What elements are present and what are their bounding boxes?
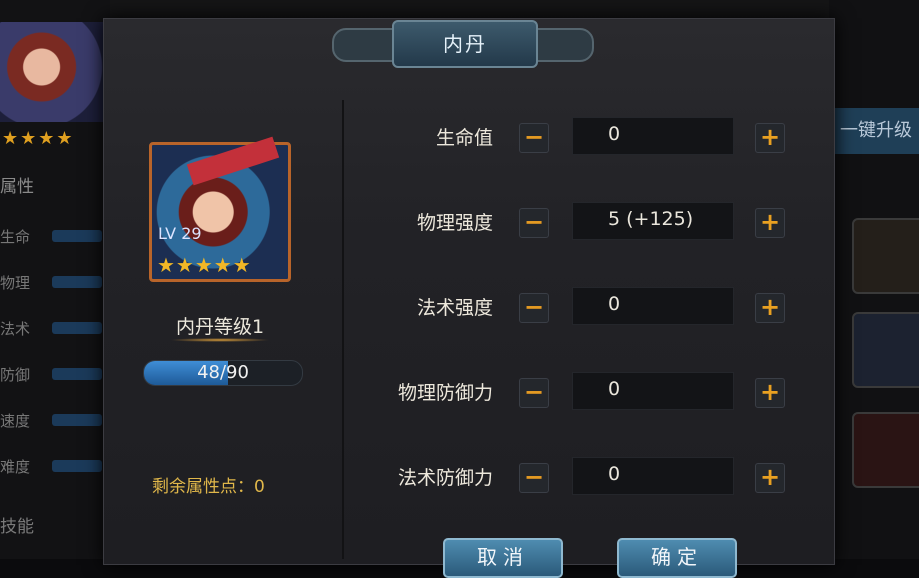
background-hero-stars: ★★★★ [2, 128, 75, 149]
increase-physical-defense-button[interactable]: + [755, 378, 785, 408]
decrease-hp-button[interactable]: − [519, 123, 549, 153]
background-stat-bar [52, 460, 102, 472]
attribute-label: 生命值 [435, 127, 493, 149]
background-stat-label: 防御 [0, 366, 31, 384]
attribute-label: 物理防御力 [397, 382, 493, 404]
background-stat-label: 生命 [0, 228, 31, 246]
background-equipment-slot [852, 412, 919, 488]
attribute-value-box: 0 [572, 287, 734, 325]
hero-star-rating: ★★★★★ [157, 253, 252, 277]
attribute-value-box: 5 (+125) [572, 202, 734, 240]
increase-magic-power-button[interactable]: + [755, 293, 785, 323]
attribute-value: 0 [608, 463, 621, 485]
background-left-panel: ★★★★ 属性 生命 物理 法术 防御 速度 难度 技能 [0, 0, 110, 559]
attribute-value: 0 [608, 123, 621, 145]
background-equipment-slot [852, 312, 919, 388]
hero-level-text: LV 29 [158, 224, 202, 243]
background-stat-bar [52, 230, 102, 242]
background-stat-label: 法术 [0, 320, 31, 338]
attribute-value-box: 0 [572, 117, 734, 155]
background-skills-header: 技能 [0, 517, 34, 537]
attribute-row-physical-defense: 物理防御力 − 0 + [343, 372, 823, 412]
background-stat-bar [52, 276, 102, 288]
cancel-button[interactable]: 取消 [443, 538, 563, 578]
background-stat-label: 难度 [0, 458, 31, 476]
background-stat-bar [52, 414, 102, 426]
background-equipment-slot [852, 218, 919, 294]
attribute-row-magic-power: 法术强度 − 0 + [343, 287, 823, 327]
background-hero-portrait [0, 22, 104, 122]
attribute-value-box: 0 [572, 457, 734, 495]
attribute-label: 法术防御力 [397, 467, 493, 489]
background-stat-label: 物理 [0, 274, 31, 292]
background-attributes-header: 属性 [0, 177, 34, 197]
attribute-label: 物理强度 [416, 212, 493, 234]
background-onekey-button: 一键升级 [832, 108, 919, 154]
confirm-button[interactable]: 确定 [617, 538, 737, 578]
increase-hp-button[interactable]: + [755, 123, 785, 153]
remaining-points-label: 剩余属性点：0 [152, 477, 265, 497]
experience-text: 48/90 [197, 362, 249, 383]
decrease-physical-defense-button[interactable]: − [519, 378, 549, 408]
decrease-physical-power-button[interactable]: − [519, 208, 549, 238]
increase-magic-defense-button[interactable]: + [755, 463, 785, 493]
level-label-glow [170, 338, 270, 342]
attribute-value: 0 [608, 378, 621, 400]
attribute-value: 5 (+125) [608, 208, 694, 230]
decrease-magic-defense-button[interactable]: − [519, 463, 549, 493]
attribute-row-physical-power: 物理强度 − 5 (+125) + [343, 202, 823, 242]
increase-physical-power-button[interactable]: + [755, 208, 785, 238]
attribute-label: 法术强度 [416, 297, 493, 319]
background-stat-bar [52, 322, 102, 334]
decrease-magic-power-button[interactable]: − [519, 293, 549, 323]
attribute-row-magic-defense: 法术防御力 − 0 + [343, 457, 823, 497]
background-stat-label: 速度 [0, 412, 31, 430]
experience-bar: 48/90 [143, 360, 303, 386]
dialog-title-plate: 内丹 [332, 16, 594, 70]
inner-core-level-label: 内丹等级1 [175, 316, 265, 338]
background-stat-bar [52, 368, 102, 380]
dialog-title: 内丹 [392, 20, 538, 68]
attribute-value: 0 [608, 293, 621, 315]
attribute-row-hp: 生命值 − 0 + [343, 117, 823, 157]
attribute-value-box: 0 [572, 372, 734, 410]
